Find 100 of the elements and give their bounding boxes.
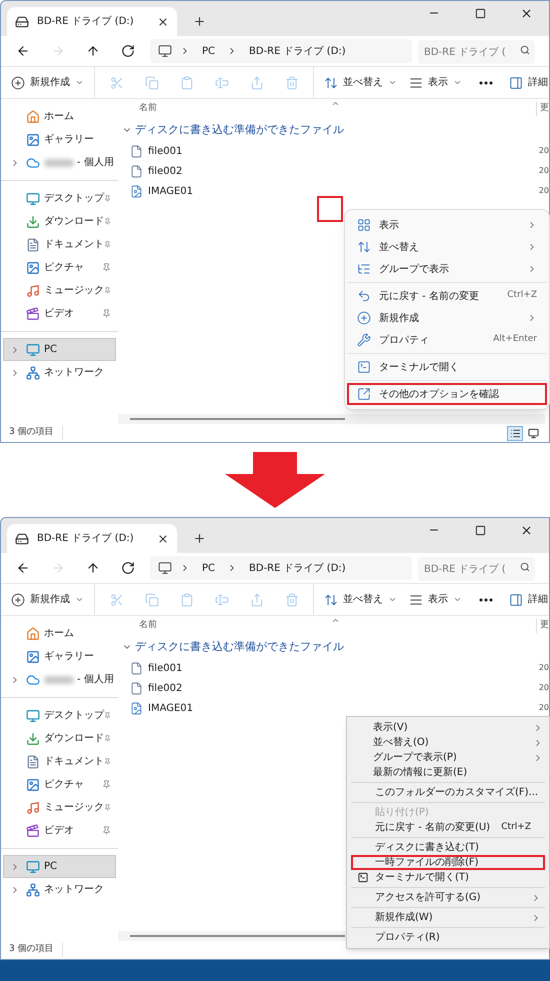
pin-icon: [104, 711, 111, 720]
group-header[interactable]: ディスクに書き込む準備ができたファイル: [118, 636, 549, 658]
sidebar-item[interactable]: ネットワーク: [3, 361, 116, 384]
menu-item[interactable]: 新規作成: [347, 307, 547, 329]
sidebar-item[interactable]: ミュージック: [3, 796, 116, 819]
tab[interactable]: BD-RE ドライブ (D:): [7, 7, 177, 36]
menu-item[interactable]: グループで表示: [347, 258, 547, 280]
sidebar-item[interactable]: ビデオ: [3, 302, 116, 325]
file-row[interactable]: file001 20: [118, 141, 549, 161]
close-tab-icon[interactable]: [157, 16, 169, 28]
pin-icon: [104, 286, 111, 295]
breadcrumb[interactable]: PC: [198, 44, 220, 58]
sidebar-item[interactable]: ピクチャ: [3, 256, 116, 279]
status-text: 3 個の項目: [9, 943, 63, 957]
search-field[interactable]: BD-RE ドライブ (: [418, 40, 535, 64]
file-row[interactable]: IMAGE01 20: [118, 181, 549, 201]
trash-icon: [284, 592, 298, 606]
sidebar-item[interactable]: デスクトップ: [3, 704, 116, 727]
new-button[interactable]: 新規作成: [5, 586, 90, 612]
new-tab-icon[interactable]: [193, 532, 206, 545]
sidebar-item[interactable]: PC: [3, 338, 116, 361]
menu-item[interactable]: 最新の情報に更新(E): [349, 765, 547, 780]
sidebar-item[interactable]: ミュージック: [3, 279, 116, 302]
sidebar-item[interactable]: ネットワーク: [3, 878, 116, 901]
menu-item[interactable]: 表示: [347, 214, 547, 236]
sidebar-item[interactable]: PC: [3, 855, 116, 878]
scissors-icon: [110, 592, 124, 606]
details-button[interactable]: 詳細: [503, 586, 550, 612]
pin-icon: [102, 826, 111, 835]
video-icon: [26, 824, 40, 838]
file-row[interactable]: file002 20: [118, 678, 549, 698]
file-row[interactable]: file002 20: [118, 161, 549, 181]
lines-icon: [409, 76, 423, 90]
sidebar-item[interactable]: ダウンロード: [3, 210, 116, 233]
breadcrumb[interactable]: PC: [198, 560, 220, 576]
group-header[interactable]: ディスクに書き込む準備ができたファイル: [118, 119, 549, 141]
menu-item[interactable]: 並べ替え: [347, 236, 547, 258]
sidebar-item[interactable]: ギャラリー: [3, 128, 116, 151]
sort-button[interactable]: 並べ替え: [318, 70, 403, 96]
sidebar-item[interactable]: デスクトップ: [3, 187, 116, 210]
menu-item[interactable]: ディスクに書き込む(T): [351, 840, 545, 855]
menu-item[interactable]: プロパティ(R): [351, 930, 545, 945]
menu-item[interactable]: 元に戻す - 名前の変更(U) Ctrl+Z: [351, 820, 545, 835]
cloud-icon: [26, 672, 40, 686]
lines-icon: [409, 592, 423, 606]
caret-icon: [453, 595, 462, 604]
breadcrumb[interactable]: BD-RE ドライブ (D:): [245, 44, 350, 58]
view-button[interactable]: 表示: [403, 70, 468, 96]
view-button[interactable]: 表示: [403, 586, 468, 612]
new-tab-icon[interactable]: [193, 15, 206, 28]
menu-item[interactable]: ターミナルで開く: [347, 356, 547, 378]
menu-item[interactable]: 元に戻す - 名前の変更 Ctrl+Z: [347, 285, 547, 307]
details-view-button[interactable]: [507, 426, 523, 440]
address-bar[interactable]: PC BD-RE ドライブ (D:): [150, 556, 412, 580]
pin-icon: [102, 309, 111, 318]
close-tab-icon[interactable]: [157, 532, 169, 544]
file-row[interactable]: file001 20: [118, 658, 549, 678]
sidebar-item[interactable]: ダウンロード: [3, 727, 116, 750]
sidebar-item[interactable]: ピクチャ: [3, 773, 116, 796]
sidebar-item[interactable]: ホーム: [3, 105, 116, 128]
menu-item[interactable]: その他のオプションを確認: [347, 383, 547, 405]
column-header[interactable]: 名前: [139, 102, 157, 116]
breadcrumb[interactable]: BD-RE ドライブ (D:): [245, 560, 350, 576]
menu-item[interactable]: グループで表示(P): [349, 750, 547, 765]
file-row[interactable]: IMAGE01 20: [118, 698, 549, 718]
terminal-icon: [357, 872, 369, 883]
download-icon: [26, 214, 40, 228]
sort-button[interactable]: 並べ替え: [318, 586, 403, 612]
sidebar-item[interactable]: ビデオ: [3, 819, 116, 842]
panel-icon: [509, 592, 523, 606]
column-header[interactable]: 更: [536, 619, 549, 633]
search-icon: [520, 44, 530, 55]
sidebar-item[interactable]: ギャラリー: [3, 645, 116, 668]
new-button[interactable]: 新規作成: [5, 70, 90, 96]
sidebar-item[interactable]: ドキュメント: [3, 750, 116, 773]
copy-icon: [144, 592, 158, 606]
sidebar-item[interactable]: ドキュメント: [3, 233, 116, 256]
menu-item[interactable]: プロパティ Alt+Enter: [347, 329, 547, 351]
sidebar-item[interactable]: - 個人用: [3, 668, 116, 691]
file-icon: [130, 164, 143, 178]
tab[interactable]: BD-RE ドライブ (D:): [7, 524, 177, 553]
computer-icon: [26, 860, 40, 874]
menu-item[interactable]: 一時ファイルの削除(F): [351, 855, 545, 870]
menu-item[interactable]: アクセスを許可する(G): [351, 890, 545, 905]
video-icon: [26, 306, 40, 320]
menu-item[interactable]: 新規作成(W): [351, 910, 545, 925]
sidebar-item[interactable]: - 個人用: [3, 151, 116, 174]
music-icon: [26, 284, 40, 298]
undo-icon: [357, 289, 371, 303]
column-header[interactable]: 更: [536, 102, 549, 116]
search-field[interactable]: BD-RE ドライブ (: [418, 557, 535, 582]
menu-item[interactable]: 表示(V): [349, 720, 547, 735]
column-header[interactable]: 名前: [139, 619, 157, 633]
address-bar[interactable]: PC BD-RE ドライブ (D:): [150, 39, 412, 63]
document-icon: [26, 754, 40, 768]
menu-item[interactable]: ターミナルで開く(T): [351, 870, 545, 885]
menu-item[interactable]: このフォルダーのカスタマイズ(F)...: [351, 785, 545, 800]
menu-item[interactable]: 並べ替え(O): [349, 735, 547, 750]
sidebar-item[interactable]: ホーム: [3, 622, 116, 645]
details-button[interactable]: 詳細: [503, 70, 550, 96]
